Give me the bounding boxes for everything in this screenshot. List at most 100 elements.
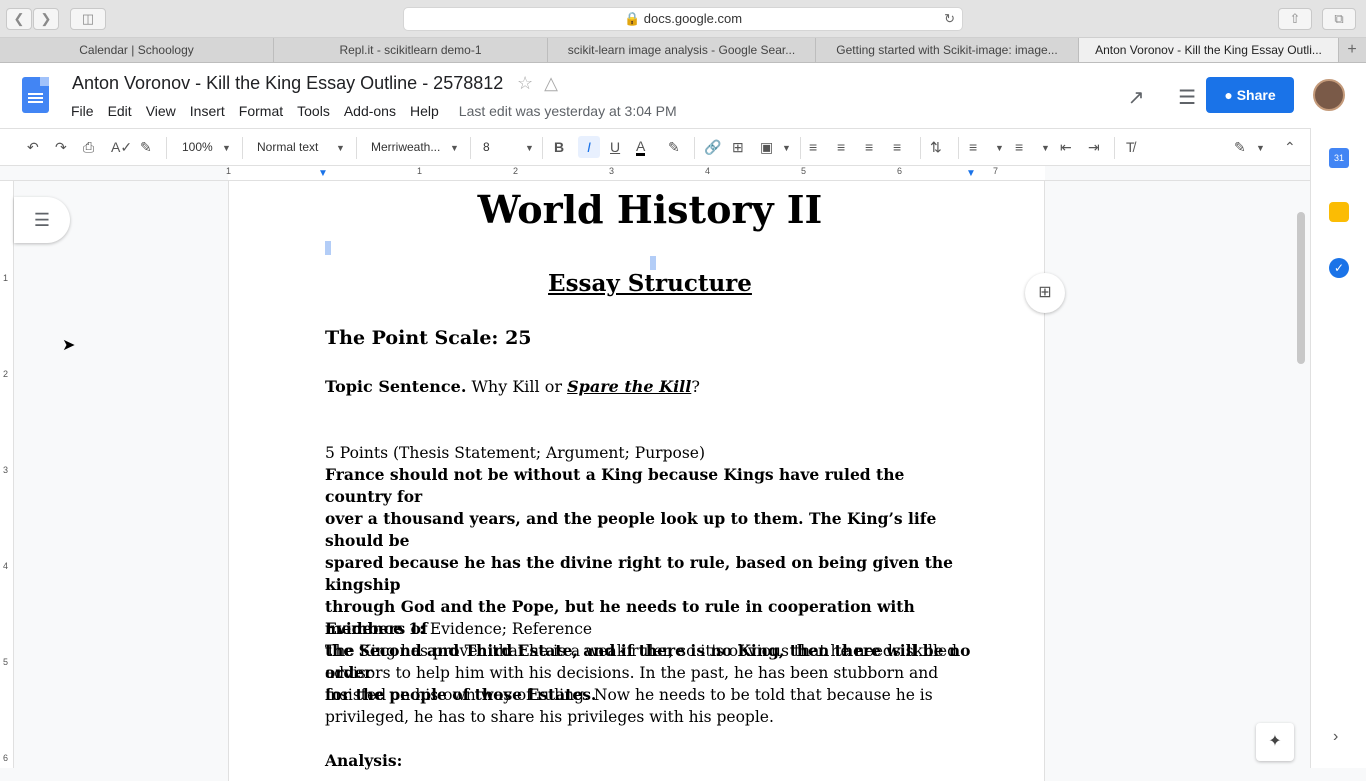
editing-mode-icon[interactable]: ✎ xyxy=(1234,139,1246,156)
align-left-icon[interactable]: ≡ xyxy=(809,139,817,155)
chevron-down-icon[interactable]: ▼ xyxy=(336,143,345,153)
vertical-ruler[interactable]: 1 2 3 4 5 6 xyxy=(0,181,14,768)
evidence-paragraph: The King has proven that he is a weak ru… xyxy=(325,642,958,726)
ruler-number: 1 xyxy=(3,273,9,283)
add-comment-icon[interactable]: ⊞ xyxy=(732,139,744,156)
menu-format[interactable]: Format xyxy=(239,103,283,119)
increase-indent-icon[interactable]: ⇥ xyxy=(1088,139,1100,156)
document-title[interactable]: Anton Voronov - Kill the King Essay Outl… xyxy=(72,73,503,94)
mouse-pointer-icon: ➤ xyxy=(62,337,76,354)
tabs-overview-button[interactable]: ⧉ xyxy=(1322,8,1356,30)
tasks-icon[interactable]: ✓ xyxy=(1329,258,1349,278)
highlight-color-icon[interactable]: ✎ xyxy=(668,139,680,156)
chevron-down-icon[interactable]: ▼ xyxy=(1256,143,1265,153)
menu-insert[interactable]: Insert xyxy=(190,103,225,119)
ruler-number: 7 xyxy=(993,166,999,176)
star-icon[interactable]: ☆ xyxy=(517,73,533,93)
bulleted-list-icon[interactable]: ≡ xyxy=(1015,139,1023,155)
new-tab-button[interactable]: + xyxy=(1339,38,1365,62)
document-outline-icon[interactable]: ☰ xyxy=(14,197,70,243)
zoom-select[interactable]: 100% xyxy=(182,140,213,154)
left-indent-marker-icon[interactable]: ▼ xyxy=(318,168,328,179)
numbered-list-icon[interactable]: ≡ xyxy=(969,139,977,155)
paragraph-style-select[interactable]: Normal text xyxy=(257,140,318,154)
menu-view[interactable]: View xyxy=(146,103,176,119)
align-right-icon[interactable]: ≡ xyxy=(865,139,873,155)
decrease-indent-icon[interactable]: ⇤ xyxy=(1060,139,1072,156)
menu-help[interactable]: Help xyxy=(410,103,439,119)
ruler-number: 5 xyxy=(3,657,9,667)
chevron-down-icon[interactable]: ▼ xyxy=(222,143,231,153)
reload-icon[interactable]: ↻ xyxy=(944,8,955,30)
chevron-down-icon[interactable]: ▼ xyxy=(525,143,534,153)
docs-header: Anton Voronov - Kill the King Essay Outl… xyxy=(0,63,1366,128)
selection-marker xyxy=(325,241,331,255)
spellcheck-icon[interactable]: A✓ xyxy=(111,139,132,156)
sidebar-toggle-button[interactable]: ◫ xyxy=(70,8,106,30)
align-center-icon[interactable]: ≡ xyxy=(837,139,845,155)
last-edit-status[interactable]: Last edit was yesterday at 3:04 PM xyxy=(459,103,677,119)
tab-calendar[interactable]: Calendar | Schoology xyxy=(0,38,274,62)
line-spacing-icon[interactable]: ⇅ xyxy=(930,139,942,156)
browser-toolbar: ❮ ❯ ◫ 🔒 docs.google.com ↻ ⇧ ⧉ xyxy=(0,0,1366,38)
keep-icon[interactable] xyxy=(1329,202,1349,222)
forward-button[interactable]: ❯ xyxy=(33,8,59,30)
tab-bar: Calendar | Schoology Repl.it - scikitlea… xyxy=(0,38,1366,63)
redo-icon[interactable]: ↷ xyxy=(55,139,67,156)
chevron-down-icon[interactable]: ▼ xyxy=(782,143,791,153)
underline-icon[interactable]: U xyxy=(610,139,620,155)
chevron-down-icon[interactable]: ▼ xyxy=(450,143,459,153)
page-subheading: Essay Structure xyxy=(548,270,752,297)
expand-panel-icon[interactable]: › xyxy=(1333,728,1338,746)
ruler-number: 3 xyxy=(3,465,9,475)
selection-marker xyxy=(650,256,656,270)
activity-trend-icon[interactable]: ↗ xyxy=(1128,87,1145,109)
share-sheet-button[interactable]: ⇧ xyxy=(1278,8,1312,30)
text-color-icon[interactable]: A xyxy=(636,139,646,156)
align-justify-icon[interactable]: ≡ xyxy=(893,139,901,155)
document-page[interactable]: World History II Essay Structure The Poi… xyxy=(228,181,1045,781)
avatar[interactable] xyxy=(1313,79,1345,111)
title-icons: ☆ △ xyxy=(517,73,558,94)
back-button[interactable]: ❮ xyxy=(6,8,32,30)
menu-tools[interactable]: Tools xyxy=(297,103,330,119)
ruler-number: 6 xyxy=(897,166,903,176)
docs-logo-icon[interactable] xyxy=(22,77,49,113)
tab-replit[interactable]: Repl.it - scikitlearn demo-1 xyxy=(274,38,548,62)
insert-link-icon[interactable]: 🔗 xyxy=(704,139,721,156)
chevron-down-icon[interactable]: ▼ xyxy=(1041,143,1050,153)
tab-google-search[interactable]: scikit-learn image analysis - Google Sea… xyxy=(548,38,816,62)
italic-icon[interactable]: I xyxy=(578,136,600,158)
share-button[interactable]: ● Share xyxy=(1206,77,1294,113)
right-indent-marker-icon[interactable]: ▼ xyxy=(966,168,976,179)
comments-icon[interactable]: ☰ xyxy=(1178,87,1196,109)
chevron-down-icon[interactable]: ▼ xyxy=(995,143,1004,153)
toolbar-divider xyxy=(356,137,357,159)
menu-file[interactable]: File xyxy=(71,103,94,119)
toolbar-divider xyxy=(958,137,959,159)
tab-docs-essay[interactable]: Anton Voronov - Kill the King Essay Outl… xyxy=(1079,38,1339,62)
calendar-icon[interactable]: 31 xyxy=(1329,148,1349,168)
add-comment-float-icon[interactable]: ⊞ xyxy=(1025,273,1065,313)
horizontal-ruler[interactable]: 1 1 2 3 4 5 6 7 ▼ ▼ xyxy=(0,166,1310,181)
clear-formatting-icon[interactable]: T̸ xyxy=(1126,139,1135,155)
undo-icon[interactable]: ↶ xyxy=(27,139,39,156)
bold-icon[interactable]: B xyxy=(554,139,564,155)
paint-format-icon[interactable]: ✎ xyxy=(140,139,152,156)
toolbar-divider xyxy=(166,137,167,159)
insert-image-icon[interactable]: ▣ xyxy=(760,139,773,156)
menu-edit[interactable]: Edit xyxy=(108,103,132,119)
topic-sentence: Topic Sentence. Why Kill or Spare the Ki… xyxy=(325,377,700,396)
font-select[interactable]: Merriweath... xyxy=(371,140,440,154)
address-bar[interactable]: 🔒 docs.google.com ↻ xyxy=(403,7,963,31)
toolbar-divider xyxy=(470,137,471,159)
explore-icon[interactable]: ✦ xyxy=(1256,723,1294,761)
print-icon[interactable]: ⎙ xyxy=(83,139,94,156)
vertical-scrollbar[interactable] xyxy=(1297,212,1305,364)
collapse-menus-icon[interactable]: ⌃ xyxy=(1284,139,1296,156)
menu-addons[interactable]: Add-ons xyxy=(344,103,396,119)
move-to-drive-icon[interactable]: △ xyxy=(544,73,558,93)
tab-scikit-image[interactable]: Getting started with Scikit-image: image… xyxy=(816,38,1079,62)
font-size-select[interactable]: 8 xyxy=(483,140,490,154)
ruler-number: 1 xyxy=(226,166,232,176)
